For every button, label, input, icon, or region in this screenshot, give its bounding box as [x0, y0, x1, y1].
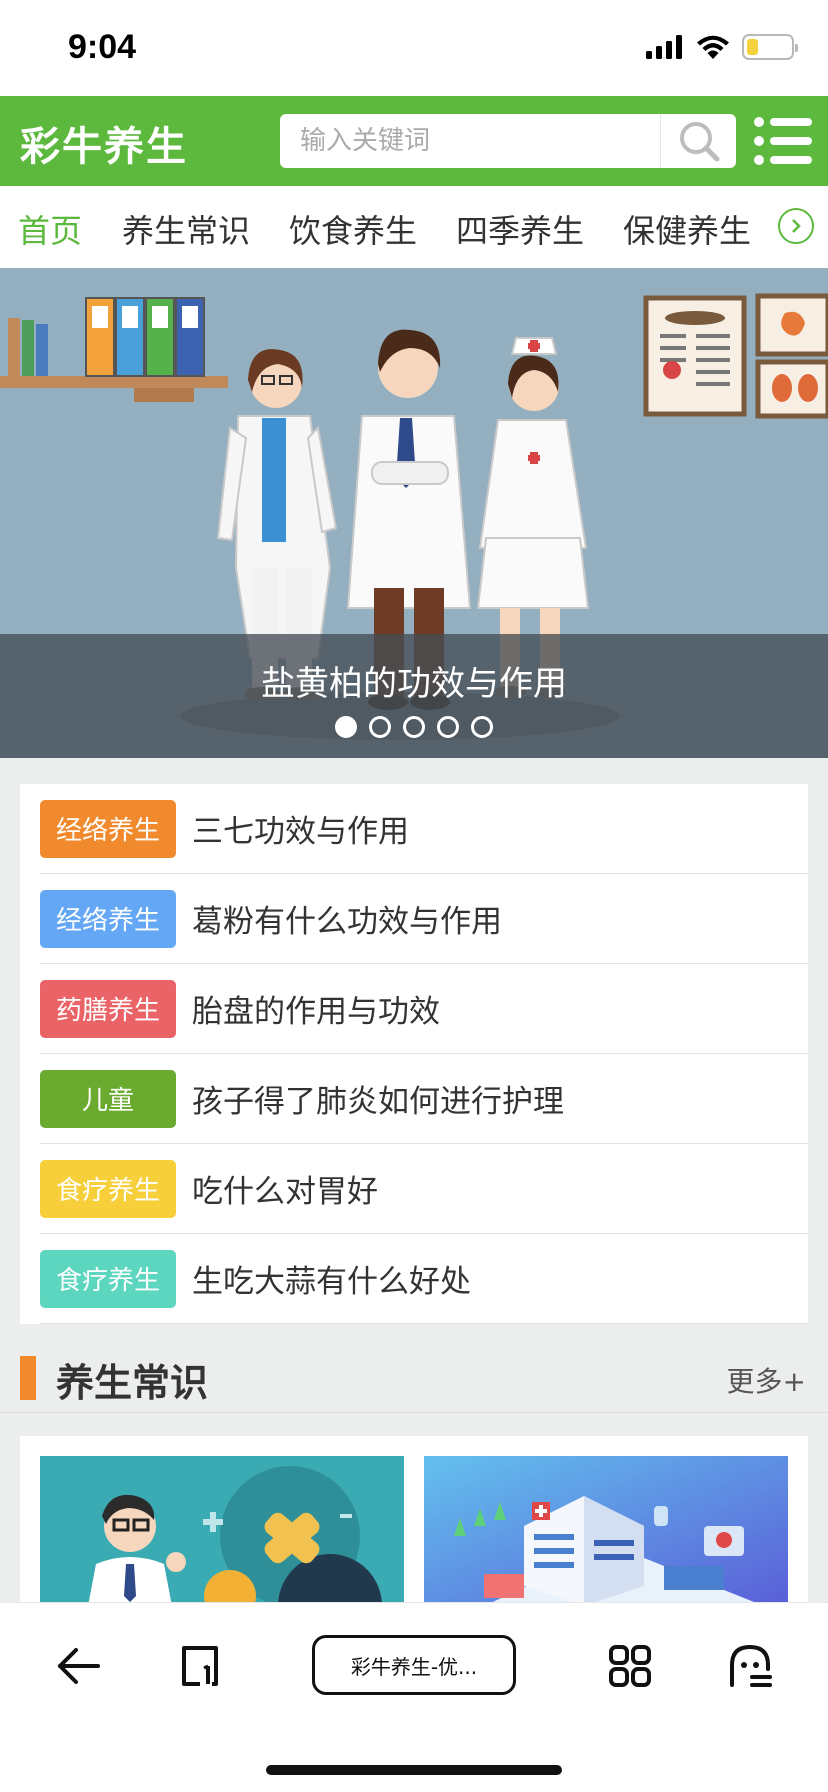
banner-title[interactable]: 盐黄柏的功效与作用 — [0, 656, 828, 705]
news-title[interactable]: 孩子得了肺炎如何进行护理 — [192, 1076, 564, 1121]
header: 彩牛养生 — [0, 96, 828, 186]
news-title[interactable]: 葛粉有什么功效与作用 — [192, 896, 502, 941]
news-item[interactable]: 儿童 孩子得了肺炎如何进行护理 — [40, 1054, 808, 1144]
carousel-dot[interactable] — [437, 716, 459, 738]
battery-level — [747, 39, 758, 55]
home-indicator — [266, 1765, 562, 1775]
nav-next-button[interactable] — [778, 208, 814, 244]
tab-count-icon — [182, 1646, 218, 1686]
news-title[interactable]: 三七功效与作用 — [192, 806, 409, 851]
nav-item-seasons[interactable]: 四季养生 — [456, 206, 584, 252]
carousel-dot[interactable] — [369, 716, 391, 738]
carousel-dot[interactable] — [471, 716, 493, 738]
menu-button[interactable] — [754, 116, 814, 166]
section-title: 养生常识 — [56, 1361, 209, 1405]
section-accent-bar — [20, 1356, 36, 1400]
news-item[interactable]: 经络养生 葛粉有什么功效与作用 — [40, 874, 808, 964]
search-button[interactable] — [660, 114, 736, 168]
category-nav: 首页 养生常识 饮食养生 四季养生 保健养生 — [0, 186, 828, 268]
battery-icon — [742, 34, 798, 60]
banner-carousel[interactable]: 盐黄柏的功效与作用 — [0, 268, 828, 758]
more-link[interactable]: 更多+ — [727, 1360, 806, 1400]
category-tag[interactable]: 药膳养生 — [40, 979, 176, 1038]
section-divider — [0, 1412, 828, 1413]
carousel-dot[interactable] — [335, 716, 357, 738]
browser-toolbar: 彩牛养生-优... — [0, 1602, 828, 1792]
news-list: 经络养生 三七功效与作用 经络养生 葛粉有什么功效与作用 药膳养生 胎盘的作用与功效 儿童孩… — [20, 784, 808, 1324]
status-bar: 9:04 — [0, 0, 828, 96]
hospital-illustration — [424, 1456, 788, 1602]
section-header: 养生常识 更多+ — [0, 1348, 828, 1408]
carousel-dot[interactable] — [403, 716, 425, 738]
nav-item-diet[interactable]: 饮食养生 — [289, 206, 417, 252]
ghost-icon — [730, 1644, 772, 1687]
back-button[interactable] — [38, 1631, 118, 1701]
main-content: 经络养生 三七功效与作用 经络养生 葛粉有什么功效与作用 药膳养生 胎盘的作用与功效 儿童孩… — [0, 758, 828, 1602]
banner-caption: 盐黄柏的功效与作用 — [0, 634, 828, 758]
arrow-left-icon — [58, 1648, 100, 1684]
news-item[interactable]: 食疗养生 生吃大蒜有什么好处 — [40, 1234, 808, 1324]
news-title[interactable]: 吃什么对胃好 — [192, 1166, 378, 1211]
news-item[interactable]: 药膳养生 胎盘的作用与功效 — [40, 964, 808, 1054]
category-tag[interactable]: 儿童 — [40, 1069, 176, 1128]
article-card-thumbnail[interactable] — [424, 1456, 788, 1602]
nav-item-healthcare[interactable]: 保健养生 — [623, 206, 751, 252]
carousel-dots — [0, 716, 828, 738]
article-cards — [20, 1436, 808, 1602]
article-card-thumbnail[interactable] — [40, 1456, 404, 1602]
wifi-icon — [697, 35, 729, 59]
news-item[interactable]: 食疗养生 吃什么对胃好 — [40, 1144, 808, 1234]
doctor-illustration — [40, 1456, 404, 1602]
news-title[interactable]: 生吃大蒜有什么好处 — [192, 1256, 471, 1301]
category-tag[interactable]: 经络养生 — [40, 889, 176, 948]
status-time: 9:04 — [68, 28, 137, 66]
news-item[interactable]: 经络养生 三七功效与作用 — [40, 784, 808, 874]
search-box — [280, 114, 736, 168]
status-icons — [646, 34, 798, 60]
nav-item-health-tips[interactable]: 养生常识 — [122, 206, 250, 252]
category-tag[interactable]: 食疗养生 — [40, 1249, 176, 1308]
incognito-button[interactable] — [710, 1631, 790, 1701]
apps-button[interactable] — [590, 1631, 670, 1701]
grid-icon — [609, 1645, 651, 1687]
site-logo[interactable]: 彩牛养生 — [20, 114, 188, 172]
category-tag[interactable]: 经络养生 — [40, 799, 176, 858]
category-tag[interactable]: 食疗养生 — [40, 1159, 176, 1218]
search-icon — [679, 122, 719, 162]
nav-item-home[interactable]: 首页 — [18, 206, 82, 252]
address-bar[interactable]: 彩牛养生-优... — [312, 1635, 516, 1695]
tabs-button[interactable] — [160, 1631, 240, 1701]
news-title[interactable]: 胎盘的作用与功效 — [192, 986, 440, 1031]
search-input[interactable] — [280, 114, 660, 168]
signal-icon — [646, 35, 682, 59]
list-menu-icon — [754, 117, 812, 165]
chevron-right-icon — [792, 219, 801, 233]
